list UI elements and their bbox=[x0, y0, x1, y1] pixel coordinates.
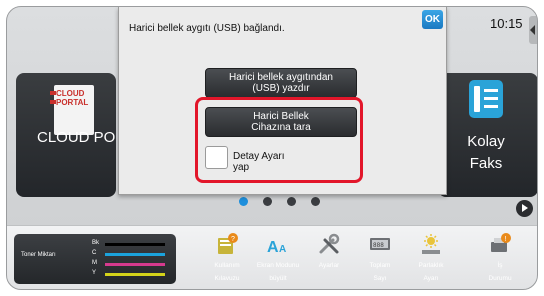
toner-title: Toner Miktarı bbox=[21, 252, 56, 258]
play-arrow-icon bbox=[522, 204, 528, 212]
side-panel-tab[interactable] bbox=[529, 16, 537, 44]
cloud-logo-text: CLOUD bbox=[56, 89, 85, 98]
settings-label: Ayarlar bbox=[302, 259, 356, 272]
settings-button[interactable]: Ayarlar bbox=[306, 230, 352, 288]
toner-key: Bk bbox=[92, 240, 100, 246]
detail-settings-option[interactable]: Detay Ayarı yap bbox=[205, 143, 357, 175]
toner-level-bar bbox=[105, 253, 165, 256]
detail-label-line1: Detay Ayarı bbox=[233, 151, 285, 162]
tool-label-line1: Kullanım bbox=[214, 262, 240, 269]
fax-icon bbox=[469, 80, 503, 118]
toner-level-bar bbox=[105, 263, 165, 266]
book-icon: ? bbox=[218, 233, 238, 254]
bottom-bar: Toner Miktarı Bk C M Y ? Kullanım Kılavu… bbox=[7, 225, 537, 289]
portal-logo-text: PORTAL bbox=[56, 98, 89, 107]
cloud-portal-tile[interactable]: CLOUD PORTAL CLOUD POR bbox=[16, 73, 116, 197]
wrench-icon bbox=[319, 233, 340, 254]
screen-zoom-button[interactable]: A A Ekran Modunu büyült bbox=[255, 230, 301, 288]
tool-label-line1: Toplam bbox=[369, 262, 391, 269]
detail-settings-label: Detay Ayarı yap bbox=[233, 151, 343, 173]
svg-text:A: A bbox=[279, 244, 286, 255]
user-guide-button[interactable]: ? Kullanım Kılavuzu bbox=[204, 230, 250, 288]
counter-icon: 888 bbox=[370, 238, 390, 250]
brightness-label: Parlaklık Ayarı bbox=[404, 259, 458, 285]
toner-row-m: M bbox=[92, 260, 172, 269]
svg-text:A: A bbox=[267, 239, 279, 256]
cloud-portal-label: CLOUD POR bbox=[37, 129, 116, 146]
brightness-button[interactable]: Parlaklık Ayarı bbox=[408, 230, 454, 288]
tool-label-line2: Ayarı bbox=[423, 275, 439, 282]
detail-settings-checkbox[interactable] bbox=[205, 146, 228, 169]
page-dot[interactable] bbox=[263, 197, 272, 206]
easy-fax-label: Kolay Faks bbox=[451, 131, 521, 175]
toner-key: C bbox=[92, 250, 97, 256]
toner-level-bar bbox=[105, 273, 165, 276]
brightness-icon bbox=[422, 234, 440, 254]
page-dot[interactable] bbox=[287, 197, 296, 206]
detail-label-line2: yap bbox=[233, 162, 250, 173]
toner-level-bar bbox=[105, 243, 165, 246]
tool-label-line2: Kılavuzu bbox=[214, 275, 240, 282]
print-from-usb-button[interactable]: Harici bellek aygıtından (USB) yazdır bbox=[205, 68, 357, 98]
tool-label-line2: büyült bbox=[269, 275, 287, 282]
dialog-message: Harici bellek aygıtı (USB) bağlandı. bbox=[129, 23, 285, 34]
svg-text:!: ! bbox=[505, 236, 507, 243]
tool-label-line2: Durumu bbox=[488, 275, 512, 282]
user-guide-label: Kullanım Kılavuzu bbox=[200, 259, 254, 285]
ok-button[interactable]: OK bbox=[422, 10, 443, 29]
page-dot-active[interactable] bbox=[239, 197, 248, 206]
device-screen: CLOUD PORTAL CLOUD POR Kolay Faks 10:15 bbox=[7, 7, 537, 289]
page-dot[interactable] bbox=[311, 197, 320, 206]
text-size-icon: A A bbox=[267, 239, 286, 256]
print-button-line1: Harici bellek aygıtından bbox=[229, 72, 333, 83]
job-status-icon: ! bbox=[491, 233, 511, 252]
scan-button-line2: Cihazına tara bbox=[251, 122, 311, 133]
easy-fax-tile[interactable]: Kolay Faks bbox=[438, 73, 537, 197]
usb-connected-dialog: Harici bellek aygıtı (USB) bağlandı. OK … bbox=[118, 7, 447, 195]
job-status-label: İş Durumu bbox=[473, 259, 527, 285]
toner-key: Y bbox=[92, 270, 97, 276]
total-count-button[interactable]: 888 Toplam Sayı bbox=[357, 230, 403, 288]
job-status-button[interactable]: ! İş Durumu bbox=[477, 230, 523, 288]
tool-label-line1: İş bbox=[497, 262, 503, 269]
svg-text:?: ? bbox=[231, 236, 235, 243]
toner-row-y: Y bbox=[92, 270, 172, 279]
cloud-portal-icon: CLOUD PORTAL bbox=[50, 85, 96, 135]
svg-text:888: 888 bbox=[373, 242, 384, 249]
scan-button-line1: Harici Bellek bbox=[253, 111, 309, 122]
print-button-line2: (USB) yazdır bbox=[252, 83, 310, 94]
next-page-button[interactable] bbox=[516, 200, 533, 217]
tool-label-line1: Parlaklık bbox=[418, 262, 444, 269]
easy-fax-label-line2: Faks bbox=[469, 155, 503, 172]
toner-row-c: C bbox=[92, 250, 172, 259]
tool-label-line1: Ekran Modunu bbox=[256, 262, 300, 269]
scan-to-usb-button[interactable]: Harici Bellek Cihazına tara bbox=[205, 107, 357, 137]
total-count-label: Toplam Sayı bbox=[353, 259, 407, 285]
tool-label-line2: Sayı bbox=[373, 275, 387, 282]
screen-zoom-label: Ekran Modunu büyült bbox=[251, 259, 305, 285]
chevron-left-icon bbox=[530, 25, 535, 35]
easy-fax-label-line1: Kolay bbox=[467, 133, 505, 150]
toner-panel[interactable]: Toner Miktarı Bk C M Y bbox=[14, 234, 176, 284]
toner-row-bk: Bk bbox=[92, 240, 172, 249]
tool-label-line1: Ayarlar bbox=[318, 262, 340, 269]
clock: 10:15 bbox=[490, 16, 523, 31]
toner-key: M bbox=[92, 260, 97, 266]
